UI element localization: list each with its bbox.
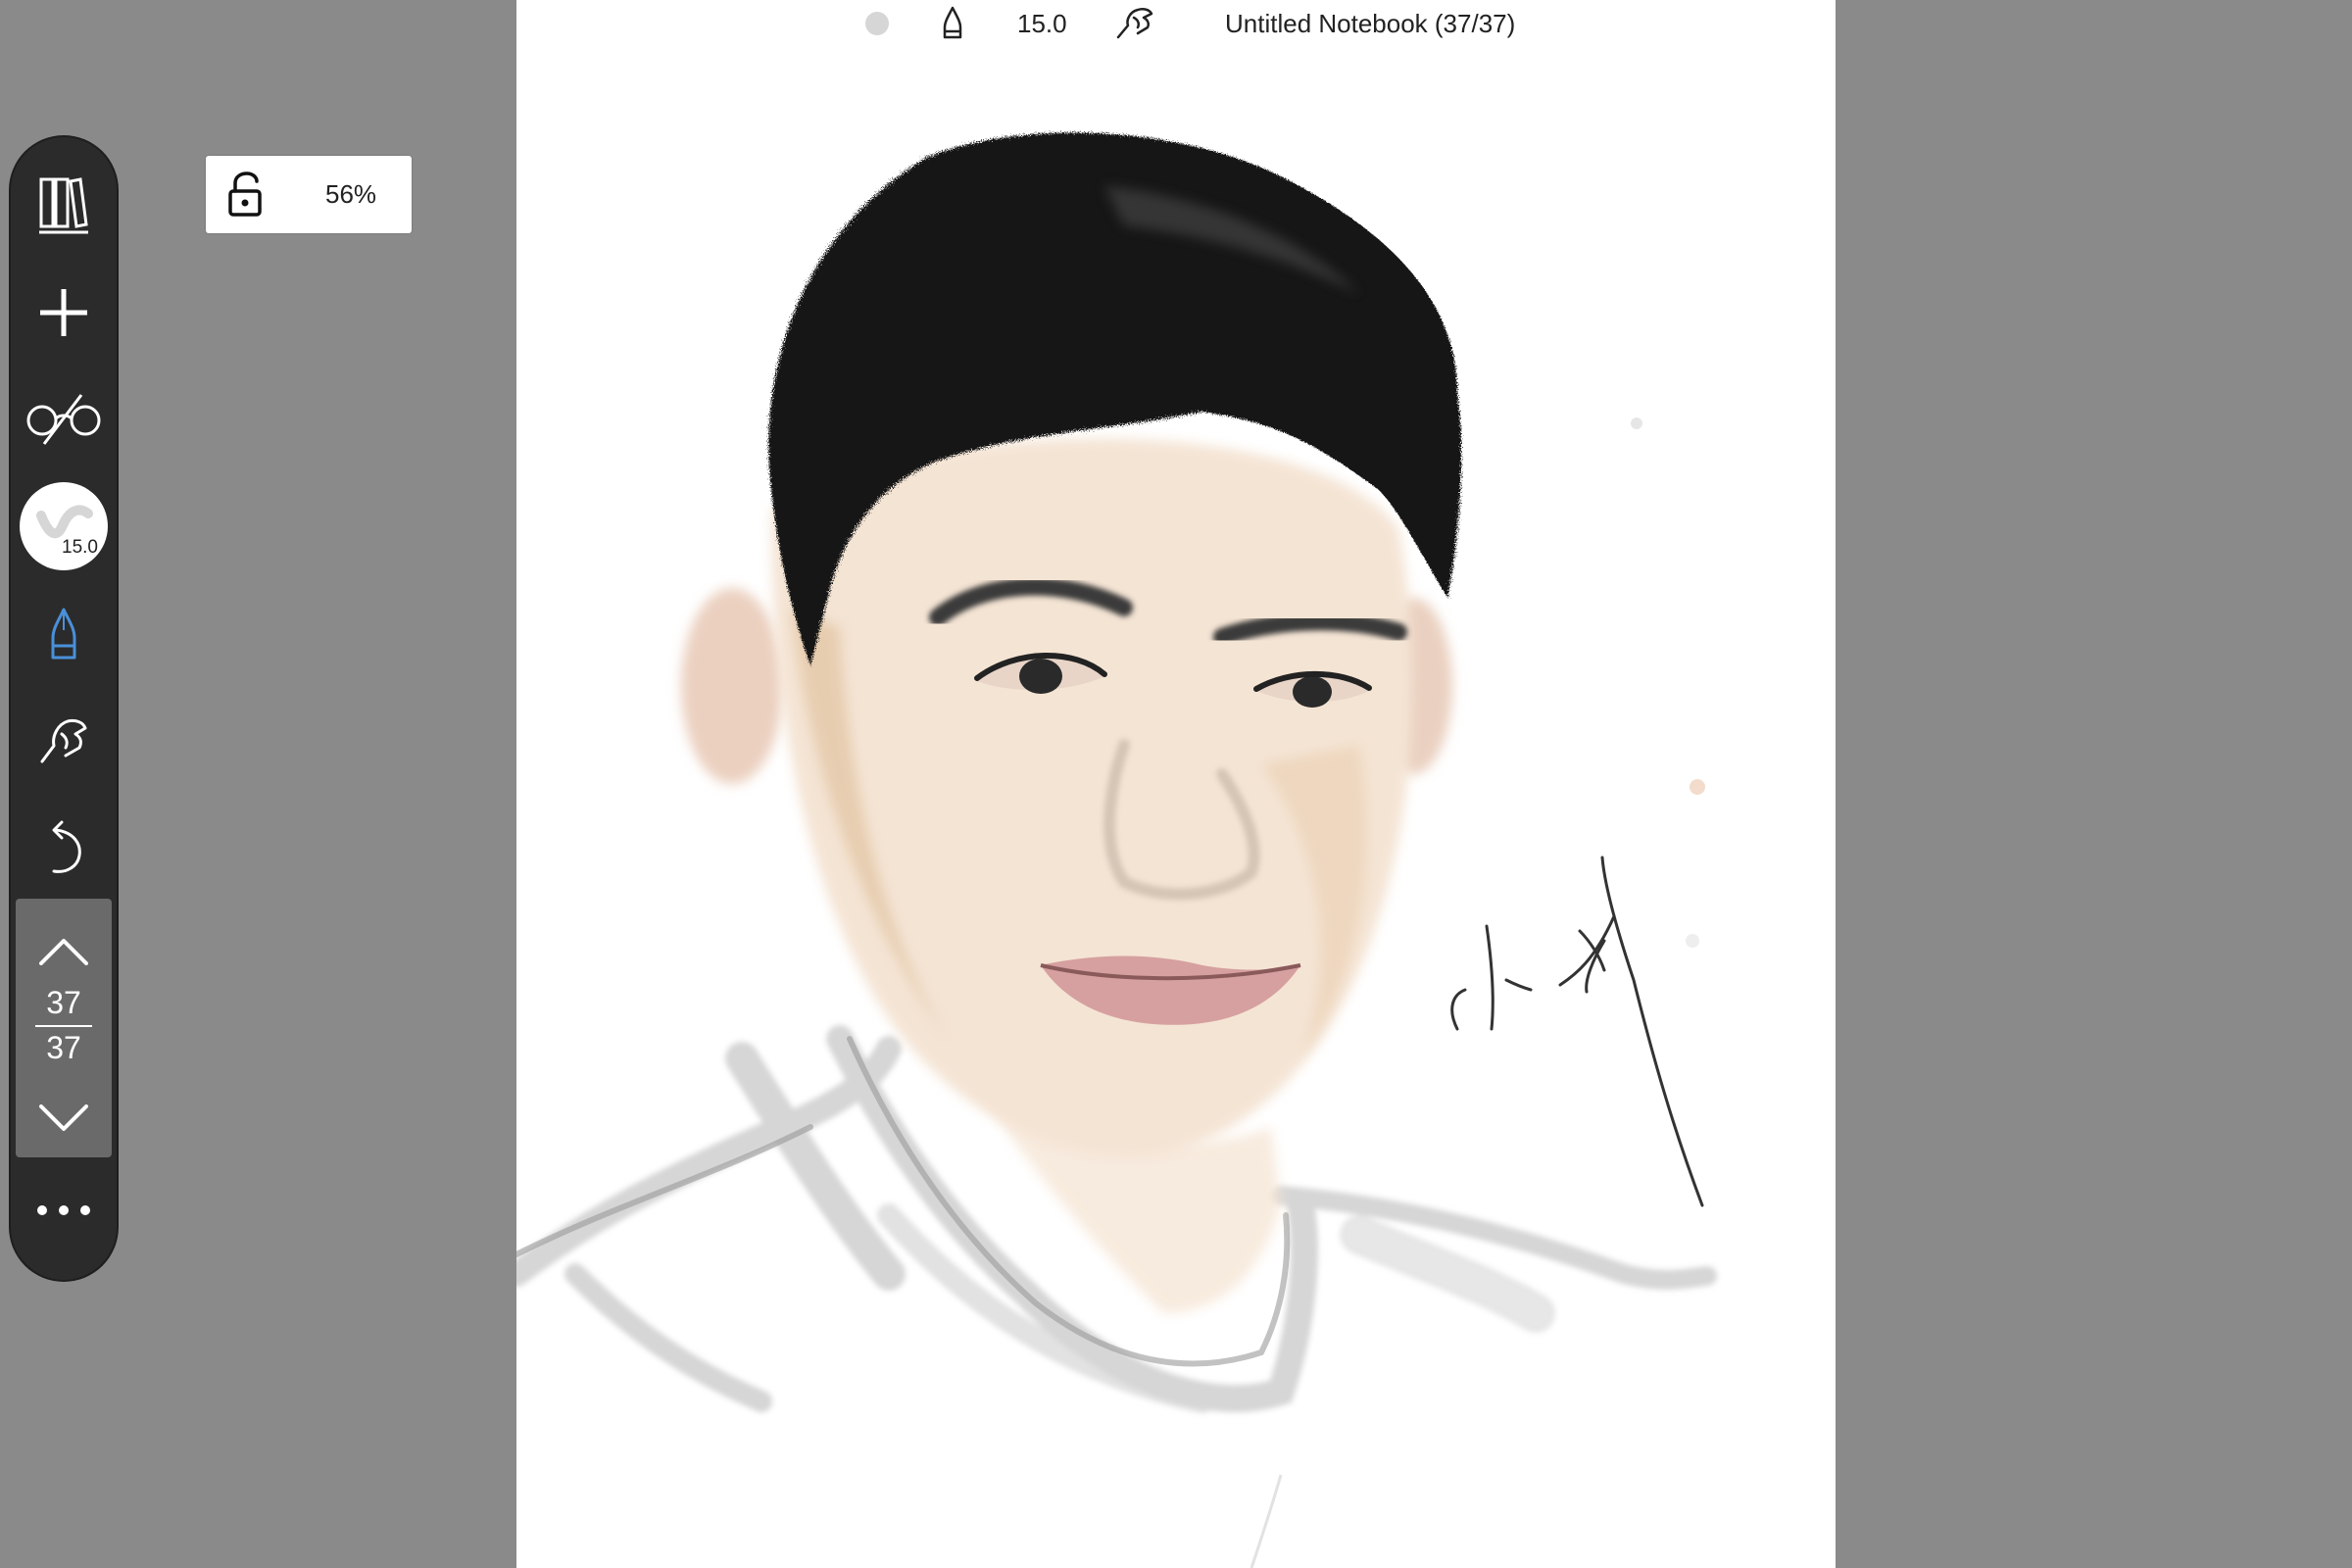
stray-line <box>1250 1474 1283 1568</box>
books-icon <box>39 177 88 234</box>
notebook-title[interactable]: Untitled Notebook (37/37) <box>1225 9 1515 39</box>
glasses-icon <box>26 394 101 445</box>
pen-size-label[interactable]: 15.0 <box>1017 9 1067 39</box>
view-mode-button[interactable] <box>11 374 117 463</box>
page-up-icon[interactable] <box>39 938 88 965</box>
portrait-drawing <box>516 132 1717 1568</box>
pen-tip-icon[interactable] <box>939 6 966 41</box>
stray-dot <box>1690 779 1705 795</box>
brush-size-label: 15.0 <box>62 537 98 558</box>
gesture-hand-icon <box>40 718 87 763</box>
page-separator <box>35 1025 92 1027</box>
plus-icon <box>40 289 87 336</box>
gesture-hand-icon[interactable] <box>1114 4 1155 41</box>
library-button[interactable] <box>11 161 117 249</box>
page-down-icon[interactable] <box>39 1104 88 1132</box>
current-page-number[interactable]: 37 <box>16 985 112 1021</box>
new-page-button[interactable] <box>11 269 117 357</box>
drawing-canvas[interactable] <box>516 0 1836 1568</box>
more-dots-icon <box>37 1205 90 1215</box>
brush-preview-button[interactable]: 15.0 <box>20 482 108 570</box>
total-pages-number: 37 <box>46 1030 81 1065</box>
zoom-percentage: 56% <box>325 179 377 209</box>
page-navigator: 37 37 <box>16 899 112 1157</box>
left-ear <box>681 588 783 784</box>
undo-button[interactable] <box>11 804 117 892</box>
current-color-swatch[interactable] <box>865 12 889 35</box>
stray-dot <box>1686 934 1699 948</box>
zoom-indicator[interactable]: 56% <box>206 156 412 233</box>
top-status-bar: 15.0 Untitled Notebook (37/37) <box>516 0 1836 47</box>
pen-tip-icon <box>51 608 76 660</box>
more-button[interactable] <box>11 1166 117 1254</box>
signature <box>1450 856 1704 1207</box>
unlock-icon[interactable] <box>227 172 263 217</box>
undo-icon <box>52 820 81 873</box>
stray-dot <box>1631 417 1642 429</box>
left-toolbar: 15.0 37 37 <box>11 137 117 1280</box>
pen-tool-button[interactable] <box>11 590 117 678</box>
gesture-tool-button[interactable] <box>11 696 117 784</box>
